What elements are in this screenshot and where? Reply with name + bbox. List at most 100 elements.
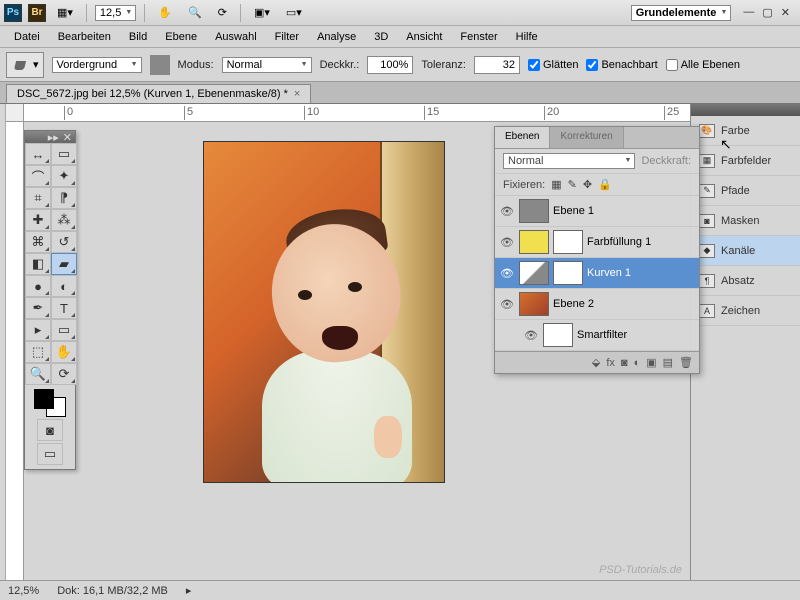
layer-row[interactable]: 👁Ebene 1	[495, 196, 699, 227]
visibility-icon[interactable]: 👁	[499, 204, 515, 218]
healing-tool[interactable]: ✚	[25, 209, 51, 231]
layer-thumbnail[interactable]	[519, 199, 549, 223]
new-group-icon[interactable]: ▣	[646, 356, 656, 369]
hand-tool[interactable]: ✋	[51, 341, 77, 363]
lock-transparency-icon[interactable]: ▦	[551, 178, 561, 191]
fill-color-swatch[interactable]	[150, 55, 170, 75]
layer-row[interactable]: 👁Ebene 2	[495, 289, 699, 320]
blend-mode-dropdown[interactable]: Normal	[222, 57, 312, 73]
dock-item-zeichen[interactable]: AZeichen	[691, 296, 800, 326]
3d-tool[interactable]: ⬚	[25, 341, 51, 363]
layer-thumbnail[interactable]	[519, 292, 549, 316]
hand-tool-shortcut[interactable]: ✋	[153, 3, 177, 22]
dock-item-farbfelder[interactable]: ▦Farbfelder	[691, 146, 800, 176]
menu-filter[interactable]: Filter	[267, 28, 307, 46]
dock-header[interactable]	[691, 104, 800, 116]
close-button[interactable]: ✕	[781, 6, 790, 19]
dock-item-kanäle[interactable]: ◆Kanäle	[691, 236, 800, 266]
layer-thumbnail[interactable]	[543, 323, 573, 347]
lasso-tool[interactable]: ⌒	[25, 165, 51, 187]
menu-analyse[interactable]: Analyse	[309, 28, 364, 46]
dock-item-masken[interactable]: ◙Masken	[691, 206, 800, 236]
document-tab[interactable]: DSC_5672.jpg bei 12,5% (Kurven 1, Ebenen…	[6, 84, 311, 103]
layer-mask-icon[interactable]: ◙	[621, 357, 628, 369]
menu-datei[interactable]: Datei	[6, 28, 48, 46]
path-select-tool[interactable]: ▸	[25, 319, 51, 341]
zoom-dropdown[interactable]: 12,5	[95, 5, 136, 21]
dock-item-farbe[interactable]: 🎨Farbe	[691, 116, 800, 146]
blur-tool[interactable]: ●	[25, 275, 51, 297]
dodge-tool[interactable]: ◐	[51, 275, 77, 297]
pen-tool[interactable]: ✒	[25, 297, 51, 319]
layer-row[interactable]: 👁Farbfüllung 1	[495, 227, 699, 258]
eyedropper-tool[interactable]: ⁋	[51, 187, 77, 209]
menu-fenster[interactable]: Fenster	[452, 28, 505, 46]
zoom-tool-shortcut[interactable]: 🔍	[183, 3, 207, 22]
menu-bild[interactable]: Bild	[121, 28, 155, 46]
visibility-icon[interactable]: 👁	[499, 235, 515, 249]
horizontal-ruler[interactable]: 0510152025	[24, 104, 690, 122]
fill-source-dropdown[interactable]: Vordergrund	[52, 57, 142, 73]
menu-3d[interactable]: 3D	[366, 28, 396, 46]
menu-auswahl[interactable]: Auswahl	[207, 28, 265, 46]
move-tool[interactable]: ↔	[25, 143, 51, 165]
status-menu-arrow[interactable]: ▸	[186, 584, 192, 597]
quick-mask-toggle[interactable]: ◙	[37, 419, 63, 441]
opacity-input[interactable]	[367, 56, 413, 74]
link-layers-icon[interactable]: ⬙	[592, 356, 600, 369]
brush-tool[interactable]: ⁂	[51, 209, 77, 231]
screen-mode-toggle[interactable]: ▭	[37, 443, 63, 465]
docsize-status[interactable]: Dok: 16,1 MB/32,2 MB	[57, 585, 168, 597]
maximize-button[interactable]: ▢	[762, 6, 772, 19]
ruler-origin[interactable]	[6, 104, 24, 122]
zoom-status[interactable]: 12,5%	[8, 585, 39, 597]
marquee-tool[interactable]: ▭	[51, 143, 77, 165]
visibility-icon[interactable]: 👁	[499, 297, 515, 311]
delete-layer-icon[interactable]: 🗑	[679, 356, 693, 369]
all-layers-checkbox[interactable]: Alle Ebenen	[666, 59, 740, 71]
lock-pixels-icon[interactable]: ✎	[568, 178, 577, 191]
layer-row[interactable]: 👁Smartfilter	[495, 320, 699, 351]
zoom-tool[interactable]: 🔍	[25, 363, 51, 385]
arrange-docs-menu[interactable]: ▣▾	[249, 3, 275, 22]
screen-mode-menu[interactable]: ▭▾	[281, 3, 307, 22]
eraser-tool[interactable]: ◧	[25, 253, 51, 275]
rotate-tool[interactable]: ⟳	[51, 363, 77, 385]
layout-menu[interactable]: ▦▾	[52, 3, 78, 22]
layer-thumbnail[interactable]	[519, 261, 549, 285]
contiguous-checkbox[interactable]: Benachbart	[586, 59, 657, 71]
mask-thumbnail[interactable]	[553, 261, 583, 285]
layers-tab[interactable]: Ebenen	[495, 127, 550, 148]
lock-all-icon[interactable]: 🔒	[598, 178, 612, 191]
minimize-button[interactable]: —	[743, 6, 754, 19]
antialias-checkbox[interactable]: Glätten	[528, 59, 578, 71]
dock-item-absatz[interactable]: ¶Absatz	[691, 266, 800, 296]
adjustment-layer-icon[interactable]: ◐	[634, 357, 641, 369]
shape-tool[interactable]: ▭	[51, 319, 77, 341]
history-brush-tool[interactable]: ↺	[51, 231, 77, 253]
vertical-ruler[interactable]	[6, 122, 24, 580]
menu-hilfe[interactable]: Hilfe	[508, 28, 546, 46]
layer-thumbnail[interactable]	[519, 230, 549, 254]
type-tool[interactable]: T	[51, 297, 77, 319]
adjustments-tab[interactable]: Korrekturen	[550, 127, 623, 148]
menu-ebene[interactable]: Ebene	[157, 28, 205, 46]
wand-tool[interactable]: ✦	[51, 165, 77, 187]
layer-row[interactable]: 👁Kurven 1	[495, 258, 699, 289]
stamp-tool[interactable]: ⌘	[25, 231, 51, 253]
crop-tool[interactable]: ⌗	[25, 187, 51, 209]
visibility-icon[interactable]: 👁	[499, 266, 515, 280]
paint-bucket-tool[interactable]: ▰	[51, 253, 77, 275]
mask-thumbnail[interactable]	[553, 230, 583, 254]
new-layer-icon[interactable]: ▤	[663, 356, 673, 369]
tolerance-input[interactable]	[474, 56, 520, 74]
menu-ansicht[interactable]: Ansicht	[398, 28, 450, 46]
rotate-view-shortcut[interactable]: ⟳	[213, 3, 232, 22]
visibility-icon[interactable]: 👁	[523, 328, 539, 342]
toolbox-header[interactable]: ▸▸✕	[25, 131, 75, 143]
dock-item-pfade[interactable]: ✎Pfade	[691, 176, 800, 206]
workspace-switcher[interactable]: Grundelemente	[631, 5, 732, 21]
close-tab-icon[interactable]: ×	[294, 88, 300, 100]
layer-blend-mode-dropdown[interactable]: Normal	[503, 153, 635, 169]
bridge-icon[interactable]: Br	[28, 4, 46, 22]
